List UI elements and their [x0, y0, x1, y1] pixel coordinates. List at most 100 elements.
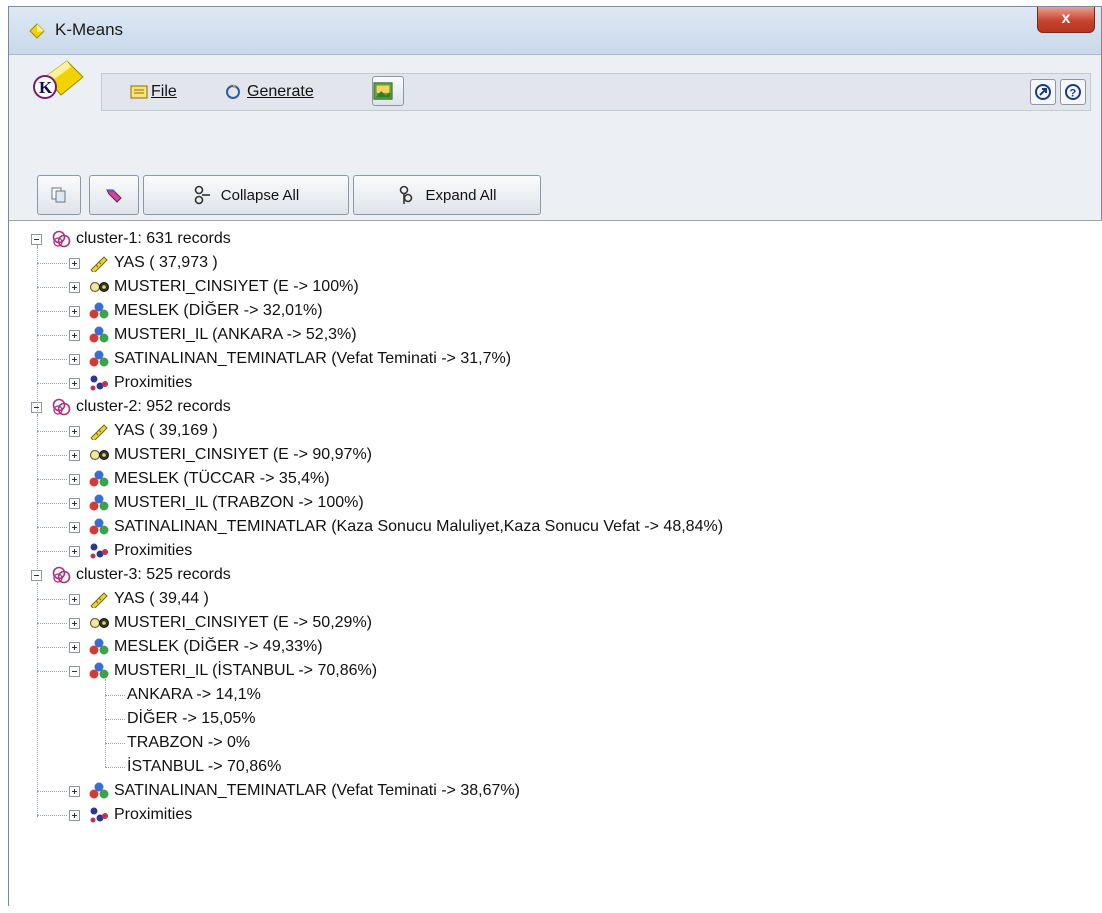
file-menu[interactable]: File: [130, 74, 177, 110]
tree-field-row[interactable]: MESLEK (TÜCCAR -> 35,4%): [69, 469, 330, 489]
expand-toggle-icon[interactable]: [69, 641, 80, 653]
collapse-toggle-icon[interactable]: [69, 665, 80, 677]
collapse-all-label: Collapse All: [220, 186, 300, 204]
tree-field-row[interactable]: YAS ( 39,44 ): [69, 589, 209, 609]
tree-connector-line: [105, 719, 125, 720]
preview-button[interactable]: [372, 76, 404, 106]
ruler-icon: [90, 256, 108, 272]
field-label: YAS ( 39,169 ): [114, 422, 218, 439]
flag-binary-icon: [89, 281, 109, 293]
tree-value-row[interactable]: İSTANBUL -> 70,86%: [127, 757, 281, 777]
field-label: YAS ( 37,973 ): [114, 254, 218, 271]
tree-field-row[interactable]: SATINALINAN_TEMINATLAR (Vefat Teminati -…: [69, 349, 511, 369]
tree-cluster-row[interactable]: cluster-3: 525 records: [31, 565, 231, 585]
tree-connector-line: [105, 695, 125, 696]
tree-field-row[interactable]: Proximities: [69, 373, 192, 393]
launch-icon[interactable]: [1030, 79, 1056, 105]
expand-toggle-icon[interactable]: [69, 353, 80, 365]
tree-field-row[interactable]: SATINALINAN_TEMINATLAR (Vefat Teminati -…: [69, 781, 520, 801]
expand-toggle-icon[interactable]: [69, 593, 80, 605]
tree-connector-line: [37, 551, 67, 552]
field-label: SATINALINAN_TEMINATLAR (Vefat Teminati -…: [114, 350, 512, 367]
generate-menu[interactable]: Generate: [224, 74, 314, 110]
field-label: MESLEK (DİĞER -> 49,33%): [114, 638, 323, 655]
proximities-icon: [90, 375, 108, 391]
expand-toggle-icon[interactable]: [69, 329, 80, 341]
set-icon: [89, 782, 109, 799]
tree-cluster-row[interactable]: cluster-2: 952 records: [31, 397, 231, 417]
diamond-icon: [29, 23, 45, 39]
expand-all-button[interactable]: Expand All: [353, 175, 541, 215]
expand-toggle-icon[interactable]: [69, 257, 80, 269]
collapse-icon: [194, 185, 210, 205]
cluster-label: cluster-1: 631 records: [76, 230, 231, 247]
tree-value-row[interactable]: DİĞER -> 15,05%: [127, 709, 256, 729]
expand-toggle-icon[interactable]: [69, 425, 80, 437]
expand-toggle-icon[interactable]: [69, 809, 80, 821]
help-icon[interactable]: ?: [1060, 79, 1086, 105]
tree-field-row[interactable]: MESLEK (DİĞER -> 32,01%): [69, 301, 323, 321]
expand-toggle-icon[interactable]: [69, 545, 80, 557]
expand-toggle-icon[interactable]: [69, 617, 80, 629]
set-icon: [89, 302, 109, 319]
field-label: Proximities: [114, 374, 193, 391]
svg-text:K: K: [39, 78, 53, 97]
tree-connector-line: [37, 599, 67, 600]
tree-field-row[interactable]: MUSTERI_IL (ANKARA -> 52,3%): [69, 325, 357, 345]
tree-field-row[interactable]: MUSTERI_CINSIYET (E -> 90,97%): [69, 445, 372, 465]
expand-toggle-icon[interactable]: [69, 785, 80, 797]
collapse-toggle-icon[interactable]: [31, 569, 42, 581]
copy-button[interactable]: [37, 175, 81, 215]
tree-connector-line: [37, 815, 67, 816]
close-button[interactable]: x: [1037, 7, 1095, 33]
highlight-button[interactable]: [89, 175, 139, 215]
value-label: TRABZON -> 0%: [127, 734, 251, 751]
tree-connector-line: [37, 383, 67, 384]
tree-value-row[interactable]: TRABZON -> 0%: [127, 733, 250, 753]
tree-toolbar: Collapse All Expand All: [9, 173, 1101, 219]
generate-menu-label: Generate: [247, 83, 314, 100]
tree-field-row[interactable]: MUSTERI_CINSIYET (E -> 100%): [69, 277, 359, 297]
set-icon: [89, 518, 109, 535]
expand-toggle-icon[interactable]: [69, 305, 80, 317]
file-menu-icon: [130, 85, 148, 99]
tree-cluster-row[interactable]: cluster-1: 631 records: [31, 229, 231, 249]
tree-connector-line: [37, 359, 67, 360]
value-label: İSTANBUL -> 70,86%: [127, 758, 282, 775]
tree-field-row[interactable]: SATINALINAN_TEMINATLAR (Kaza Sonucu Malu…: [69, 517, 723, 537]
expand-toggle-icon[interactable]: [69, 281, 80, 293]
ruler-icon: [90, 592, 108, 608]
field-label: MUSTERI_CINSIYET (E -> 100%): [114, 278, 359, 295]
tree-field-row[interactable]: MUSTERI_IL (İSTANBUL -> 70,86%): [69, 661, 377, 681]
tree-connector-line: [37, 311, 67, 312]
cluster-tree: cluster-1: 631 records YAS ( 37,973 ) MUST…: [9, 220, 1102, 906]
tree-connector-line: [37, 791, 67, 792]
field-label: YAS ( 39,44 ): [114, 590, 209, 607]
expand-toggle-icon[interactable]: [69, 473, 80, 485]
field-label: MUSTERI_CINSIYET (E -> 50,29%): [114, 614, 372, 631]
expand-toggle-icon[interactable]: [69, 521, 80, 533]
field-label: Proximities: [114, 542, 193, 559]
set-icon: [89, 470, 109, 487]
expand-toggle-icon[interactable]: [69, 497, 80, 509]
collapse-toggle-icon[interactable]: [31, 233, 42, 245]
tree-connector-line: [105, 743, 125, 744]
tree-connector-line: [37, 431, 67, 432]
image-icon: [373, 82, 393, 100]
expand-toggle-icon[interactable]: [69, 449, 80, 461]
tree-field-row[interactable]: MESLEK (DİĞER -> 49,33%): [69, 637, 323, 657]
cluster-icon: [52, 398, 71, 416]
collapse-all-button[interactable]: Collapse All: [143, 175, 349, 215]
tree-field-row[interactable]: MUSTERI_CINSIYET (E -> 50,29%): [69, 613, 372, 633]
tree-field-row[interactable]: Proximities: [69, 541, 192, 561]
expand-toggle-icon[interactable]: [69, 377, 80, 389]
set-icon: [89, 494, 109, 511]
expand-icon: [399, 185, 412, 204]
tree-field-row[interactable]: Proximities: [69, 805, 192, 825]
tree-field-row[interactable]: YAS ( 37,973 ): [69, 253, 218, 273]
tree-value-row[interactable]: ANKARA -> 14,1%: [127, 685, 261, 705]
menu-bar: File Generate ?: [101, 73, 1091, 111]
ruler-icon: [90, 424, 108, 440]
tree-field-row[interactable]: YAS ( 39,169 ): [69, 421, 218, 441]
tree-field-row[interactable]: MUSTERI_IL (TRABZON -> 100%): [69, 493, 364, 513]
